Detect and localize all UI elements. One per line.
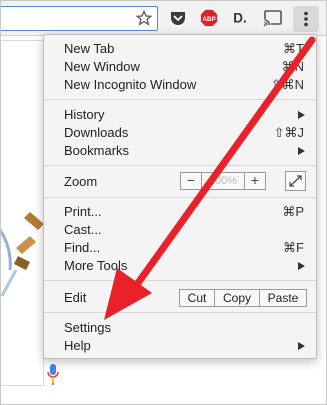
menu-item-label: History	[64, 107, 105, 122]
menu-item-label: Find...	[64, 240, 101, 255]
zoom-in-button[interactable]: +	[244, 173, 265, 189]
fullscreen-icon	[289, 175, 302, 187]
menu-item-history[interactable]: History	[44, 106, 316, 124]
menu-item-label: New Window	[64, 59, 140, 74]
menu-item-shortcut: ⌘P	[282, 204, 304, 219]
extension-d-icon[interactable]: D.	[230, 9, 250, 27]
menu-item-print[interactable]: Print... ⌘P	[44, 203, 316, 221]
menu-item-new-incognito-window[interactable]: New Incognito Window ⇧⌘N	[44, 76, 316, 94]
menu-item-shortcut: ⌘T	[283, 41, 304, 56]
pocket-icon[interactable]	[169, 9, 187, 27]
menu-item-help[interactable]: Help	[44, 337, 316, 355]
cast-icon[interactable]	[263, 9, 283, 27]
cut-button[interactable]: Cut	[180, 290, 215, 306]
menu-item-label: New Tab	[64, 41, 115, 56]
doodle-graphic	[0, 212, 44, 297]
menu-item-label: Settings	[64, 320, 111, 335]
menu-item-shortcut: ⌘F	[283, 240, 304, 255]
zoom-control: − 100% +	[180, 172, 266, 190]
menu-kebab-button[interactable]	[293, 6, 319, 32]
menu-item-label: Print...	[64, 204, 102, 219]
zoom-level: 100%	[208, 175, 238, 187]
menu-separator	[44, 165, 316, 166]
address-bar[interactable]	[0, 6, 158, 31]
submenu-arrow-icon	[298, 147, 305, 155]
menu-item-downloads[interactable]: Downloads ⇧⌘J	[44, 124, 316, 142]
menu-item-find[interactable]: Find... ⌘F	[44, 239, 316, 257]
menu-item-more-tools[interactable]: More Tools	[44, 257, 316, 275]
menu-item-label: Zoom	[64, 174, 98, 189]
menu-item-label: Cast...	[64, 222, 102, 237]
menu-item-new-tab[interactable]: New Tab ⌘T	[44, 40, 316, 58]
menu-item-new-window[interactable]: New Window ⌘N	[44, 58, 316, 76]
menu-item-label: Downloads	[64, 125, 129, 140]
menu-separator	[44, 312, 316, 313]
paste-button[interactable]: Paste	[260, 290, 306, 306]
menu-item-label: More Tools	[64, 258, 128, 273]
menu-separator	[44, 99, 316, 100]
adblock-plus-icon[interactable]: ABP	[199, 9, 219, 27]
menu-item-shortcut: ⇧⌘N	[270, 77, 304, 92]
menu-item-label: Help	[64, 338, 91, 353]
microphone-icon[interactable]	[46, 362, 60, 386]
menu-item-cast[interactable]: Cast...	[44, 221, 316, 239]
menu-item-bookmarks[interactable]: Bookmarks	[44, 142, 316, 160]
copy-button[interactable]: Copy	[215, 290, 260, 306]
edit-controls: Cut Copy Paste	[179, 289, 307, 307]
browser-toolbar: ABP D.	[0, 0, 327, 36]
menu-item-shortcut: ⇧⌘J	[273, 125, 304, 140]
menu-item-label: Edit	[64, 290, 87, 305]
menu-separator	[44, 280, 316, 281]
d-icon-text: D.	[233, 11, 247, 26]
submenu-arrow-icon	[298, 262, 305, 270]
submenu-arrow-icon	[298, 111, 305, 119]
menu-item-label: New Incognito Window	[64, 77, 197, 92]
menu-separator	[44, 197, 316, 198]
menu-item-shortcut: ⌘N	[281, 59, 304, 74]
menu-item-settings[interactable]: Settings	[44, 319, 316, 337]
chrome-main-menu: New Tab ⌘T New Window ⌘N New Incognito W…	[43, 34, 317, 359]
zoom-out-button[interactable]: −	[181, 173, 202, 189]
submenu-arrow-icon	[298, 342, 305, 350]
fullscreen-button[interactable]	[285, 171, 306, 191]
menu-kebab-icon	[304, 11, 308, 27]
star-icon[interactable]	[136, 10, 152, 26]
abp-icon-text: ABP	[202, 16, 215, 23]
menu-item-label: Bookmarks	[64, 143, 130, 158]
